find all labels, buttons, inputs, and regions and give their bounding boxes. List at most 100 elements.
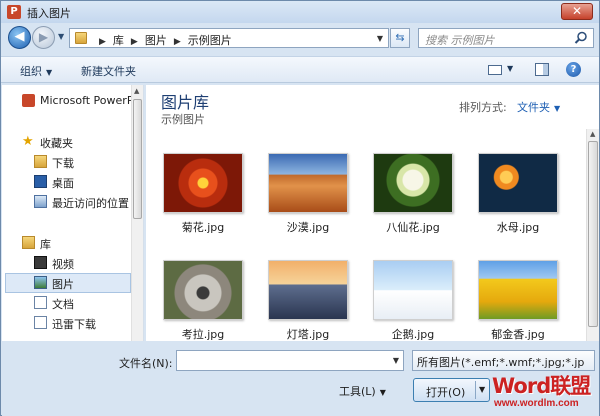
window-title: 插入图片 — [27, 7, 71, 20]
search-icon[interactable] — [574, 31, 588, 45]
open-button[interactable]: 打开(O) ▼ — [413, 378, 490, 402]
documents-icon — [34, 296, 47, 309]
tools-label: 工具(L) — [339, 385, 376, 398]
breadcrumb-item-sample-pictures[interactable]: 示例图片 — [188, 32, 232, 48]
file-name: 菊花.jpg — [181, 221, 225, 234]
recent-pages-dropdown-icon[interactable]: ▼ — [58, 32, 64, 41]
filename-field[interactable]: ▼ — [176, 350, 404, 371]
thunder-download-icon — [34, 316, 47, 329]
recent-places-icon — [34, 195, 47, 208]
sidebar-item-thunder-download[interactable]: 迅雷下载 — [2, 313, 132, 333]
file-item[interactable]: 考拉.jpg — [153, 260, 253, 341]
open-options-dropdown-icon[interactable]: ▼ — [479, 385, 485, 394]
sidebar-item-recent-places[interactable]: 最近访问的位置 — [2, 192, 132, 212]
chrysanthemum-thumbnail — [163, 153, 243, 213]
file-item[interactable]: 沙漠.jpg — [258, 153, 358, 253]
library-title: 图片库 — [161, 93, 210, 112]
change-view-icon[interactable] — [488, 65, 502, 75]
arrange-by-value: 文件夹 — [517, 101, 550, 114]
sidebar-item-desktop[interactable]: 桌面 — [2, 172, 132, 192]
file-name: 考拉.jpg — [181, 328, 225, 341]
file-item[interactable]: 水母.jpg — [468, 153, 568, 253]
sidebar-item-documents[interactable]: 文档 — [2, 293, 132, 313]
address-dropdown-icon[interactable]: ▼ — [377, 34, 383, 43]
file-item[interactable]: 灯塔.jpg — [258, 260, 358, 341]
file-name: 企鹅.jpg — [391, 328, 435, 341]
koala-thumbnail — [163, 260, 243, 320]
new-folder-button[interactable]: 新建文件夹 — [81, 63, 136, 79]
desktop-icon — [34, 175, 47, 188]
file-type-value: 所有图片(*.emf;*.wmf;*.jpg;*.jp — [417, 356, 585, 369]
chevron-down-icon: ▼ — [379, 388, 386, 397]
scroll-up-icon[interactable]: ▲ — [590, 130, 595, 138]
scrollbar-thumb[interactable] — [588, 141, 598, 327]
file-name: 水母.jpg — [496, 221, 540, 234]
navigation-bar: ◀ ▶ ▼ ▶ 库 ▶ 图片 ▶ 示例图片 ▼ ⇆ 搜索 示例图片 — [1, 23, 599, 53]
close-button[interactable]: ✕ — [561, 3, 593, 20]
lighthouse-thumbnail — [268, 260, 348, 320]
sidebar-item-videos[interactable]: 视频 — [2, 253, 132, 273]
preview-pane-icon[interactable] — [535, 63, 549, 76]
view-options-dropdown-icon[interactable]: ▼ — [507, 64, 513, 73]
insert-picture-dialog: P 插入图片 ✕ ◀ ▶ ▼ ▶ 库 ▶ 图片 ▶ 示例图片 ▼ ⇆ 搜索 示例图片 组织… — [0, 0, 600, 416]
sidebar-item-favorites[interactable]: ★ 收藏夹 — [2, 132, 132, 152]
breadcrumb-separator-icon[interactable]: ▶ — [174, 37, 181, 47]
file-name: 沙漠.jpg — [286, 221, 330, 234]
sidebar-item-powerpoint[interactable]: Microsoft PowerPoint — [2, 91, 143, 111]
penguins-thumbnail — [373, 260, 453, 320]
organize-button[interactable]: 组织 ▼ — [20, 63, 52, 79]
star-icon: ★ — [22, 134, 34, 149]
sidebar-item-label: 库 — [40, 238, 51, 251]
file-name: 八仙花.jpg — [386, 221, 440, 234]
dialog-footer: 文件名(N): ▼ 所有图片(*.emf;*.wmf;*.jpg;*.jp 工具… — [2, 342, 599, 416]
breadcrumb-item-pictures[interactable]: 图片 — [145, 32, 167, 48]
sidebar-item-label: 收藏夹 — [40, 137, 73, 150]
pictures-icon — [34, 276, 47, 289]
address-bar[interactable]: ▶ 库 ▶ 图片 ▶ 示例图片 ▼ — [69, 28, 389, 48]
command-toolbar: 组织 ▼ 新建文件夹 ▼ ? — [1, 56, 599, 83]
sidebar-item-label: 迅雷下载 — [52, 318, 96, 331]
refresh-button[interactable]: ⇆ — [390, 28, 410, 48]
download-folder-icon — [34, 155, 47, 168]
sidebar-item-label: 最近访问的位置 — [52, 197, 129, 210]
file-list-scrollbar[interactable]: ▲ — [586, 129, 599, 341]
file-name: 郁金香.jpg — [491, 328, 545, 341]
arrange-by-label: 排列方式: — [459, 101, 507, 114]
sidebar-item-label: 文档 — [52, 298, 74, 311]
sidebar-item-label: Microsoft PowerPoint — [40, 94, 144, 107]
tulips-thumbnail — [478, 260, 558, 320]
sidebar-item-label: 图片 — [52, 278, 74, 291]
jellyfish-thumbnail — [478, 153, 558, 213]
navigation-scrollbar[interactable]: ▲ — [131, 85, 143, 341]
breadcrumb: ▶ 库 ▶ 图片 ▶ 示例图片 — [92, 32, 232, 48]
watermark-url: www.wordlm.com — [494, 398, 579, 409]
folder-icon — [75, 32, 87, 44]
powerpoint-icon — [22, 94, 35, 107]
filename-label: 文件名(N): — [119, 357, 173, 370]
sidebar-item-pictures[interactable]: 图片 — [5, 273, 131, 293]
breadcrumb-separator-icon[interactable]: ▶ — [99, 37, 106, 47]
file-item[interactable]: 菊花.jpg — [153, 153, 253, 253]
back-button[interactable]: ◀ — [8, 26, 31, 49]
file-name: 灯塔.jpg — [286, 328, 330, 341]
file-item[interactable]: 企鹅.jpg — [363, 260, 463, 341]
filename-dropdown-icon[interactable]: ▼ — [393, 356, 399, 365]
file-type-select[interactable]: 所有图片(*.emf;*.wmf;*.jpg;*.jp — [412, 350, 595, 371]
hydrangeas-thumbnail — [373, 153, 453, 213]
arrange-by-dropdown[interactable]: 文件夹 ▼ — [517, 99, 560, 115]
search-input[interactable]: 搜索 示例图片 — [418, 28, 594, 48]
file-item[interactable]: 郁金香.jpg — [468, 260, 568, 341]
tools-button[interactable]: 工具(L) ▼ — [339, 383, 386, 399]
library-subtitle: 示例图片 — [161, 113, 205, 126]
breadcrumb-separator-icon[interactable]: ▶ — [131, 37, 138, 47]
sidebar-item-libraries[interactable]: 库 — [2, 233, 132, 253]
chevron-down-icon: ▼ — [554, 104, 561, 113]
scrollbar-thumb[interactable] — [133, 99, 142, 219]
sidebar-item-downloads[interactable]: 下载 — [2, 152, 132, 172]
scroll-up-icon[interactable]: ▲ — [134, 87, 139, 95]
forward-button[interactable]: ▶ — [32, 26, 55, 49]
help-icon[interactable]: ? — [566, 62, 581, 77]
sidebar-item-label: 视频 — [52, 258, 74, 271]
file-item[interactable]: 八仙花.jpg — [363, 153, 463, 253]
breadcrumb-item-library[interactable]: 库 — [113, 32, 124, 48]
